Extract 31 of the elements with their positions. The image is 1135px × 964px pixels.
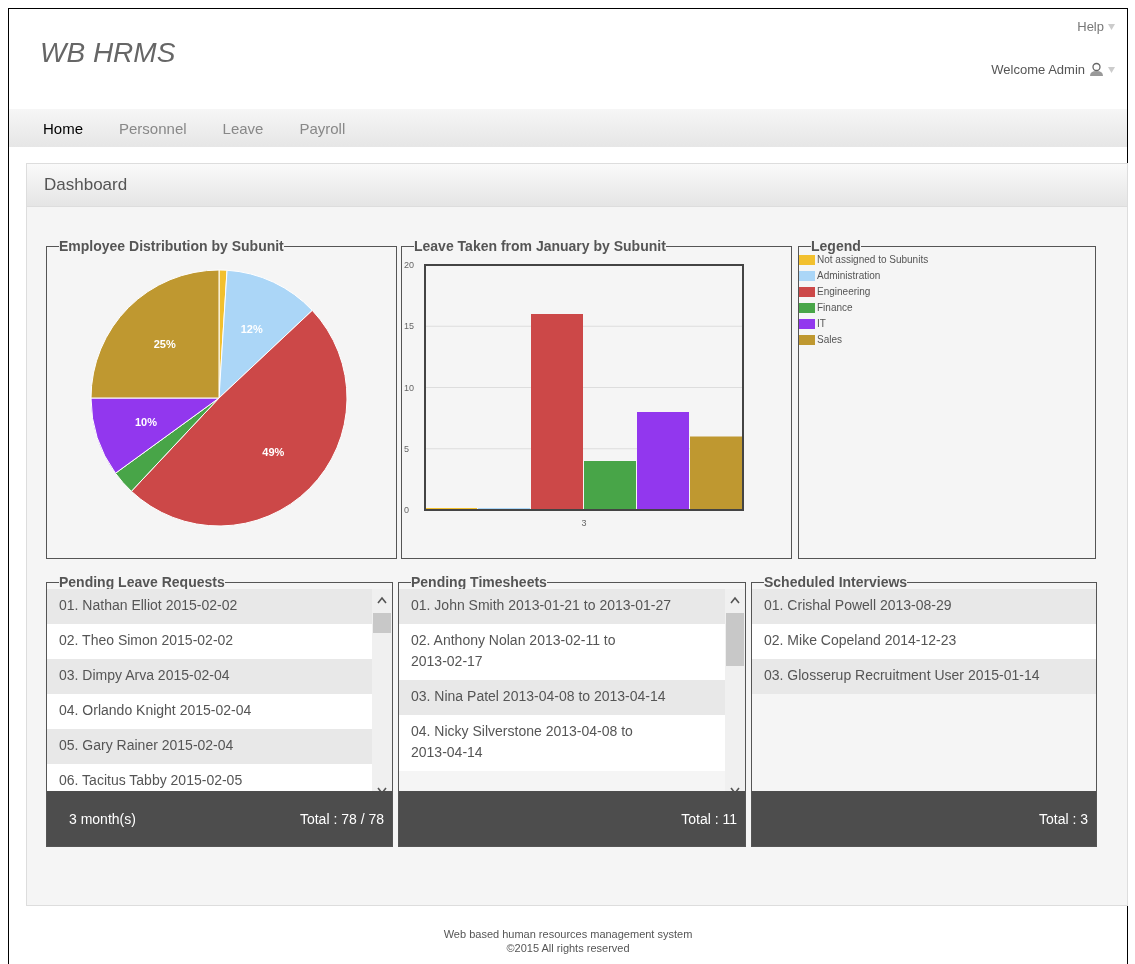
footer-text: Web based human resources management system: [443, 928, 693, 940]
widget-title: Pending Timesheets: [411, 575, 547, 589]
widget-title: Pending Leave Requests: [59, 575, 225, 589]
axis-category-label: 3: [581, 518, 587, 528]
slice-label: 10%: [134, 415, 157, 428]
panel-title: Dashboard: [27, 164, 1127, 207]
axis-tick-label: 20: [404, 260, 414, 270]
legend-label: Finance: [817, 303, 853, 313]
legend-label: IT: [817, 319, 826, 329]
slice-label: 12%: [240, 322, 263, 335]
app-logo: WB HRMS: [40, 37, 176, 69]
widget-title: Scheduled Interviews: [764, 575, 908, 589]
total-count: Total : 11: [681, 810, 737, 827]
widget-title: Legend: [811, 239, 861, 253]
period-label: 3 month(s): [69, 810, 136, 827]
slice-label: 49%: [262, 446, 285, 459]
total-count: Total : 78 / 78: [299, 810, 384, 827]
widget-title: Leave Taken from January by Subunit: [414, 239, 666, 253]
axis-tick-label: 15: [404, 321, 414, 332]
axis-tick-label: 5: [404, 443, 409, 454]
legend-label: Sales: [817, 335, 842, 345]
axis-tick-label: 0: [404, 505, 409, 515]
legend-label: Administration: [817, 271, 881, 281]
widget-title: Employee Distribution by Subunit: [59, 239, 284, 253]
legend-label: Engineering: [817, 287, 871, 297]
welcome-label: Welcome Admin: [991, 62, 1085, 77]
slice-label: 25%: [153, 337, 176, 350]
legend-label: Not assigned to Subunits: [817, 255, 929, 265]
footer-text: ©2015 All rights reserved: [506, 942, 630, 954]
total-count: Total : 3: [1038, 810, 1088, 827]
axis-tick-label: 10: [404, 382, 414, 393]
